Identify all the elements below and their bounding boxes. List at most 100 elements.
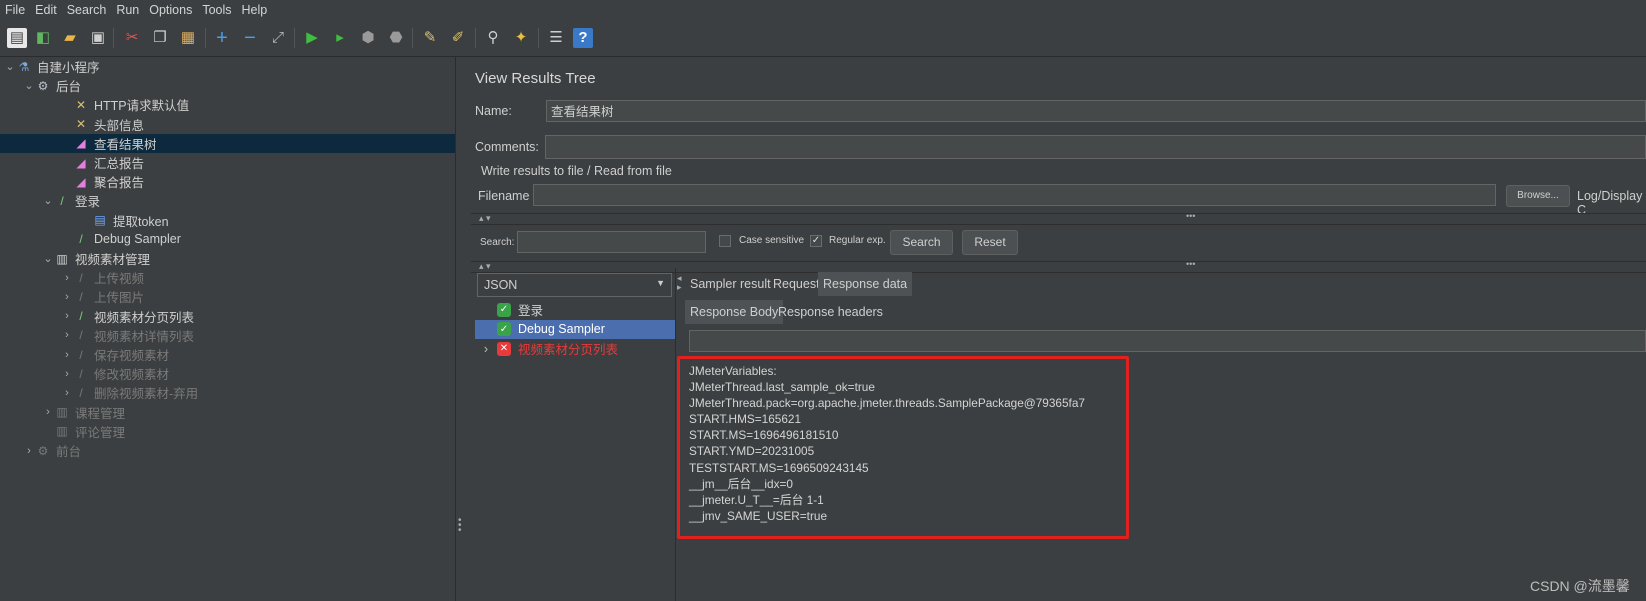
- save-icon[interactable]: ▣: [88, 28, 108, 48]
- tree-item[interactable]: ⌄ ▥ 视频素材管理: [0, 249, 455, 268]
- case-sensitive-checkbox[interactable]: [719, 235, 731, 247]
- tree-item[interactable]: ✕ HTTP请求默认值: [0, 95, 455, 114]
- search-input[interactable]: [517, 231, 706, 253]
- tree-item[interactable]: › / 修改视频素材: [0, 364, 455, 383]
- tree-item[interactable]: › / 视频素材详情列表: [0, 326, 455, 345]
- subtab-response-body[interactable]: Response Body: [685, 300, 784, 324]
- menu-file[interactable]: File: [0, 3, 30, 17]
- result-item[interactable]: › ✕ 视频素材分页列表: [475, 339, 675, 358]
- tree-item-label: 视频素材详情列表: [94, 329, 195, 344]
- regular-exp-checkbox[interactable]: ✓: [810, 235, 822, 247]
- tree-item[interactable]: › / 上传视频: [0, 268, 455, 287]
- pipette-icon: /: [79, 366, 83, 381]
- tree-item[interactable]: › / 删除视频素材-弃用: [0, 383, 455, 402]
- controller-icon: ▥: [56, 405, 68, 420]
- success-shield-icon: ✓: [497, 302, 511, 317]
- split-handle[interactable]: • • •: [458, 516, 462, 536]
- tab-sampler-result[interactable]: Sampler result: [685, 272, 776, 296]
- tree-item[interactable]: ⌄ ⚙ 后台: [0, 76, 455, 95]
- paste-icon[interactable]: ▦: [178, 28, 198, 48]
- chevron-right-icon[interactable]: ›: [61, 310, 73, 322]
- tab-request[interactable]: Request: [768, 272, 825, 296]
- chevron-right-icon[interactable]: ›: [23, 445, 35, 457]
- tree-item[interactable]: ⌄ / 登录: [0, 191, 455, 210]
- tree-item[interactable]: ▥ 评论管理: [0, 422, 455, 441]
- tree-item-label: 视频素材管理: [75, 253, 151, 267]
- browse-button[interactable]: Browse...: [1506, 185, 1570, 207]
- tree-item-label: 修改视频素材: [94, 368, 170, 383]
- renderer-select[interactable]: JSON ▼: [477, 273, 672, 297]
- tree-item[interactable]: › ▥ 课程管理: [0, 403, 455, 422]
- reset-search-icon[interactable]: ✦: [511, 28, 531, 48]
- tab-response-data[interactable]: Response data: [818, 272, 913, 296]
- chevron-right-icon[interactable]: ›: [475, 342, 497, 356]
- tree-item[interactable]: ▤ 提取token: [0, 211, 455, 230]
- help-icon[interactable]: ?: [573, 28, 593, 48]
- tree-item[interactable]: ✕ 头部信息: [0, 115, 455, 134]
- copy-icon[interactable]: ❐: [150, 28, 170, 48]
- menu-search[interactable]: Search: [62, 3, 112, 17]
- controller-icon: ▥: [56, 424, 68, 439]
- result-item-label: 登录: [518, 304, 544, 318]
- tree-item[interactable]: › / 保存视频素材: [0, 345, 455, 364]
- splitter-top[interactable]: ▴ ▾ •••: [471, 211, 1646, 225]
- tree-item[interactable]: / Debug Sampler: [0, 230, 455, 249]
- subtab-response-headers[interactable]: Response headers: [773, 300, 888, 324]
- tree-item[interactable]: ⌄ ⚗ 自建小程序: [0, 57, 455, 76]
- search-button[interactable]: Search: [890, 230, 953, 255]
- stop-icon[interactable]: ⬢: [358, 28, 378, 48]
- chevron-down-icon[interactable]: ⌄: [4, 60, 16, 73]
- menu-run[interactable]: Run: [111, 3, 144, 17]
- cut-icon[interactable]: ✂: [122, 28, 142, 48]
- tree-item[interactable]: › / 视频素材分页列表: [0, 307, 455, 326]
- comments-field[interactable]: [545, 135, 1646, 159]
- menu-options[interactable]: Options: [144, 3, 197, 17]
- collapse-arrows-icon[interactable]: ◂ ▸: [677, 274, 682, 292]
- open-icon[interactable]: ▰: [60, 28, 80, 48]
- chevron-down-icon[interactable]: ⌄: [42, 252, 54, 265]
- chevron-right-icon[interactable]: ›: [61, 387, 73, 399]
- gear-icon: ⚙: [37, 443, 49, 458]
- menu-tools[interactable]: Tools: [197, 3, 236, 17]
- chevron-right-icon[interactable]: ›: [61, 291, 73, 303]
- expand-icon[interactable]: +: [212, 28, 232, 48]
- response-search-field[interactable]: [689, 330, 1646, 352]
- result-item[interactable]: ✓ Debug Sampler: [475, 319, 675, 339]
- success-shield-icon: ✓: [497, 322, 511, 336]
- splitter-middle[interactable]: ▴ ▾ •••: [471, 259, 1646, 273]
- chevron-right-icon[interactable]: ›: [42, 406, 54, 418]
- chevron-right-icon[interactable]: ›: [61, 368, 73, 380]
- start-no-pauses-icon[interactable]: ▸: [330, 28, 350, 48]
- name-field[interactable]: 查看结果树: [546, 100, 1646, 122]
- tree-item[interactable]: ◢ 汇总报告: [0, 153, 455, 172]
- tree-item[interactable]: › / 上传图片: [0, 287, 455, 306]
- clear-all-icon[interactable]: ✐: [448, 28, 468, 48]
- pipette-icon: /: [79, 385, 83, 400]
- tree-item[interactable]: › ⚙ 前台: [0, 441, 455, 460]
- tree-item-label: Debug Sampler: [94, 232, 181, 247]
- chevron-right-icon[interactable]: ›: [61, 349, 73, 361]
- menu-help[interactable]: Help: [237, 3, 273, 17]
- collapse-icon[interactable]: −: [240, 28, 260, 48]
- chevron-down-icon[interactable]: ⌄: [42, 194, 54, 207]
- menu-edit[interactable]: Edit: [30, 3, 62, 17]
- chevron-right-icon[interactable]: ›: [61, 272, 73, 284]
- result-item[interactable]: ✓ 登录: [475, 300, 675, 319]
- function-helper-icon[interactable]: ☰: [546, 28, 566, 48]
- tree-item-label: 聚合报告: [94, 176, 145, 191]
- filename-field[interactable]: [533, 184, 1496, 206]
- templates-icon[interactable]: ◧: [33, 28, 53, 48]
- tree-item[interactable]: ◢ 聚合报告: [0, 172, 455, 191]
- chevron-right-icon[interactable]: ›: [61, 329, 73, 341]
- tree-item[interactable]: ◢ 查看结果树: [0, 133, 455, 153]
- search-icon[interactable]: ⚲: [483, 28, 503, 48]
- clear-icon[interactable]: ✎: [420, 28, 440, 48]
- watermark: CSDN @流墨馨: [1530, 578, 1630, 594]
- new-icon[interactable]: ▤: [7, 28, 27, 48]
- start-icon[interactable]: ▶: [302, 28, 322, 48]
- reset-button[interactable]: Reset: [962, 230, 1018, 255]
- tree-item-label: 前台: [56, 445, 82, 459]
- toggle-icon[interactable]: ⤢: [268, 28, 288, 48]
- chevron-down-icon[interactable]: ⌄: [23, 79, 35, 92]
- shutdown-icon[interactable]: ⬣: [386, 28, 406, 48]
